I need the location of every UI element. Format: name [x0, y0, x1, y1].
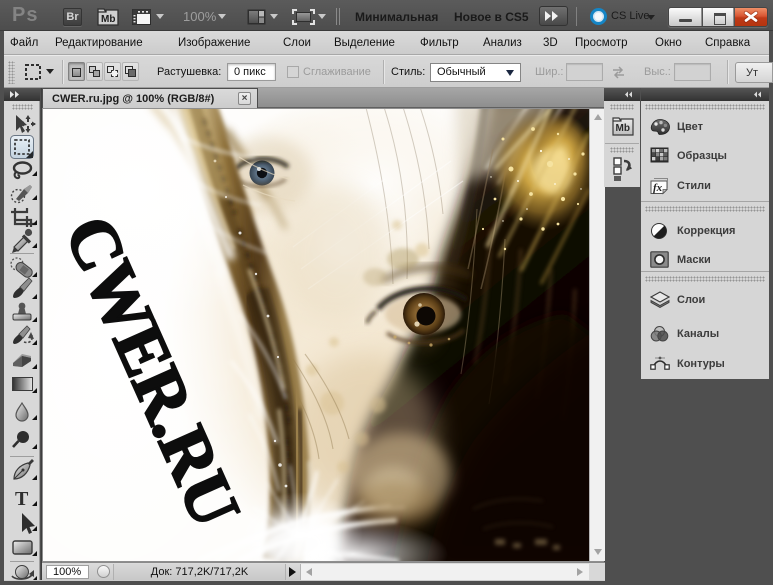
- svg-text:T: T: [15, 488, 29, 510]
- svg-text:Mb: Mb: [101, 14, 115, 25]
- svg-text:fx: fx: [653, 182, 663, 194]
- svg-text:Mb: Mb: [616, 123, 630, 134]
